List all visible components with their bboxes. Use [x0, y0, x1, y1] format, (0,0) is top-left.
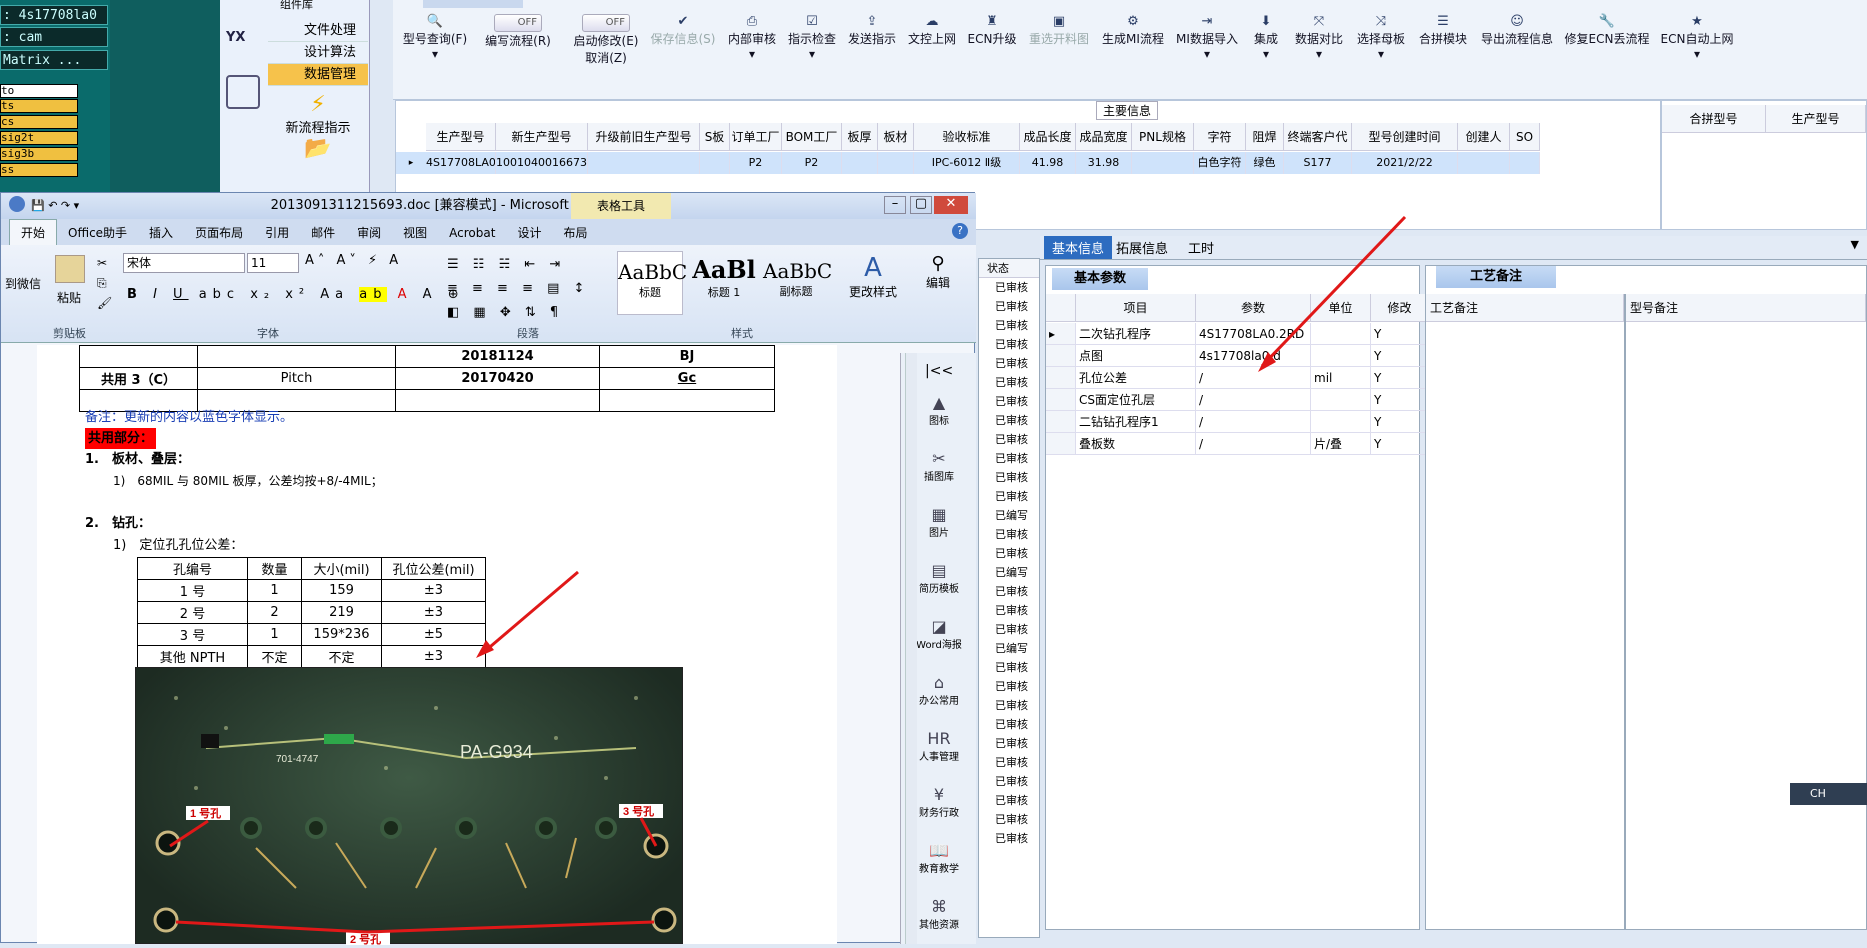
arrowhead — [476, 640, 494, 658]
annotation-overlay — [476, 215, 1407, 658]
arrow-line — [483, 570, 579, 654]
arrow-line — [1260, 215, 1407, 368]
